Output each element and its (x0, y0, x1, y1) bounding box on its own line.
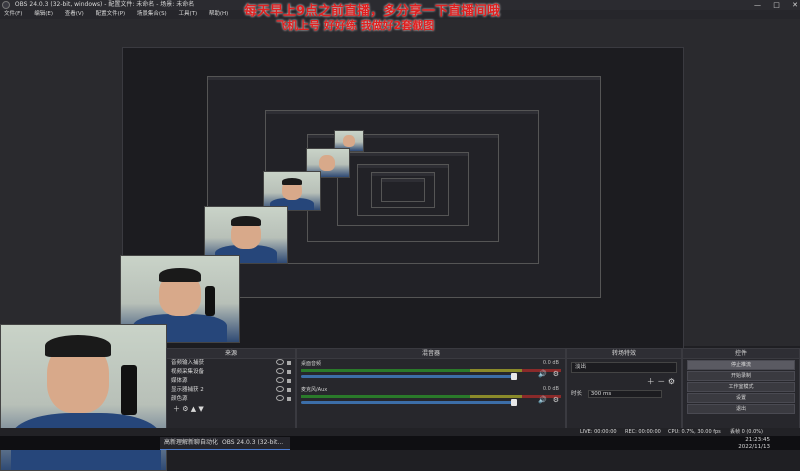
move-down-icon[interactable]: ▼ (198, 405, 203, 413)
duration-label: 时长 (571, 391, 583, 397)
studio-mode-button[interactable]: 工作室模式 (687, 382, 795, 392)
add-source-button[interactable]: ＋ (173, 405, 180, 413)
channel-name: 桌面音频 (301, 361, 322, 367)
cpu-status: CPU: 0.7%, 30.00 fps (668, 429, 721, 435)
lock-icon[interactable] (287, 370, 291, 374)
controls-dock: 控件 停止推流 开始录制 工作室模式 设置 退出 (682, 348, 800, 430)
close-button[interactable]: ✕ (792, 1, 798, 9)
visibility-icon[interactable] (276, 395, 284, 401)
webcam-thumbnail-4 (263, 171, 321, 211)
lock-icon[interactable] (287, 361, 291, 365)
menu-profile[interactable]: 配置文件(P) (96, 11, 126, 17)
duration-input[interactable]: 300 ms (587, 390, 662, 398)
audio-mixer-dock: 混音器 桌面音频 0.0 dB 🔊 ⚙ 麦克风/Aux 0.0 dB 🔊 ⚙ (296, 348, 566, 430)
settings-button[interactable]: 设置 (687, 393, 795, 403)
window-controls: — □ ✕ (744, 0, 798, 10)
transitions-dock: 转场特效 淡出 ＋ － ⚙ 时长 300 ms (566, 348, 682, 430)
dropped-frames: 丢帧 0 (0.0%) (730, 429, 763, 435)
lock-icon[interactable] (287, 397, 291, 401)
gear-icon[interactable]: ⚙ (553, 370, 559, 378)
channel-name: 麦克风/Aux (301, 387, 328, 393)
nested-preview-7 (381, 178, 425, 202)
lock-icon[interactable] (287, 388, 291, 392)
mixer-channel-mic: 麦克风/Aux 0.0 dB 🔊 ⚙ (297, 385, 565, 411)
taskbar: 高新理解新聊自动化置... OBS 24.0.3 (32-bit... 21:2… (0, 436, 800, 450)
obs-logo-icon (2, 1, 10, 9)
remove-transition-button[interactable]: － (657, 377, 665, 386)
menu-scene-collection[interactable]: 场景集合(S) (137, 11, 167, 17)
visibility-icon[interactable] (276, 359, 284, 365)
preview-canvas[interactable]: 每天早上9点之前直播，多分享一下直播间哦 飞机上号 好好练 我做好2套截图 (0, 4, 800, 471)
source-item[interactable]: 音频输入捕获 (167, 359, 295, 368)
taskbar-item-obs[interactable]: OBS 24.0.3 (32-bit... (218, 437, 290, 450)
rec-timer: REC: 00:00:00 (625, 429, 661, 435)
source-item[interactable]: 颜色源 (167, 395, 295, 404)
transitions-header: 转场特效 (567, 349, 681, 359)
controls-header: 控件 (683, 349, 799, 359)
volume-meter (301, 369, 561, 372)
window-title: OBS 24.0.3 (32-bit, windows) - 配置文件: 未命名… (14, 1, 195, 8)
channel-db: 0.0 dB (542, 360, 559, 366)
live-timer: LIVE: 00:00:00 (580, 429, 617, 435)
source-item[interactable]: 显示器捕获 2 (167, 386, 295, 395)
gear-icon[interactable]: ⚙ (553, 396, 559, 404)
mixer-channel-desktop: 桌面音频 0.0 dB 🔊 ⚙ (297, 359, 565, 385)
sources-dock: 来源 音频输入捕获 视频采集设备 媒体源 显示器捕获 2 颜色源 ＋ ⚙ ▲ ▼ (166, 348, 296, 430)
taskbar-item-app[interactable]: 高新理解新聊自动化置... (160, 437, 220, 450)
volume-slider[interactable] (301, 399, 518, 406)
menu-file[interactable]: 文件(F) (4, 11, 22, 17)
menu-edit[interactable]: 编辑(E) (34, 11, 53, 17)
sources-toolbar: ＋ ⚙ ▲ ▼ (167, 404, 295, 414)
menu-tools[interactable]: 工具(T) (178, 11, 197, 17)
visibility-icon[interactable] (276, 386, 284, 392)
volume-slider[interactable] (301, 373, 518, 380)
menu-view[interactable]: 查看(V) (65, 11, 84, 17)
duration-row: 时长 300 ms (567, 389, 681, 398)
clock-time: 21:23:45 (745, 437, 770, 443)
overlay-subtext: 飞机上号 好好练 我做好2套截图 (276, 19, 435, 32)
speaker-icon[interactable]: 🔊 (538, 370, 547, 378)
add-transition-button[interactable]: ＋ (647, 377, 655, 386)
menu-help[interactable]: 帮助(H) (209, 11, 228, 17)
transition-select[interactable]: 淡出 (571, 362, 677, 373)
maximize-button[interactable]: □ (773, 1, 780, 9)
visibility-icon[interactable] (276, 377, 284, 383)
slider-knob[interactable] (511, 399, 518, 406)
speaker-icon[interactable]: 🔊 (538, 396, 547, 404)
transition-settings-icon[interactable]: ⚙ (668, 377, 675, 386)
volume-meter (301, 395, 561, 398)
visibility-icon[interactable] (276, 368, 284, 374)
sources-header: 来源 (167, 349, 295, 359)
settings-icon[interactable]: ⚙ (182, 405, 188, 413)
mixer-header: 混音器 (297, 349, 565, 359)
minimize-button[interactable]: — (754, 1, 761, 9)
source-item[interactable]: 媒体源 (167, 377, 295, 386)
stop-streaming-button[interactable]: 停止推流 (687, 360, 795, 370)
start-recording-button[interactable]: 开始录制 (687, 371, 795, 381)
transition-buttons: ＋ － ⚙ (567, 376, 681, 387)
move-up-icon[interactable]: ▲ (191, 405, 196, 413)
source-item[interactable]: 视频采集设备 (167, 368, 295, 377)
system-clock[interactable]: 21:23:45 2022/11/13 (738, 436, 770, 451)
channel-db: 0.0 dB (542, 386, 559, 392)
status-bar: LIVE: 00:00:00 REC: 00:00:00 CPU: 0.7%, … (0, 428, 800, 436)
lock-icon[interactable] (287, 379, 291, 383)
slider-knob[interactable] (511, 373, 518, 380)
exit-button[interactable]: 退出 (687, 404, 795, 414)
